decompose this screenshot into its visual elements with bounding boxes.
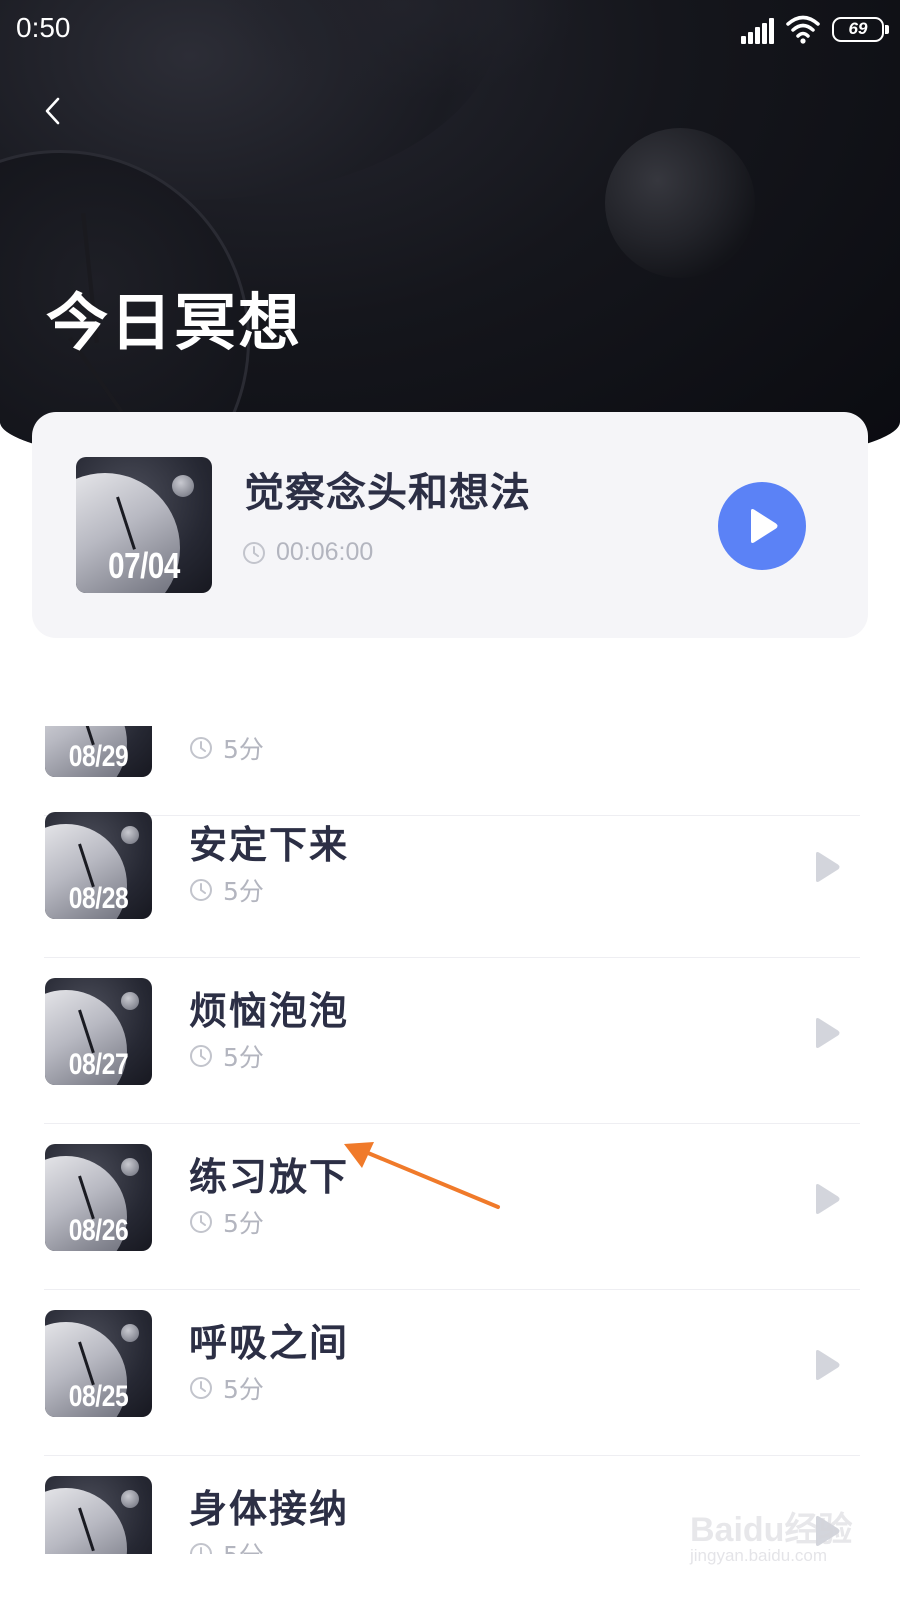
- list-item-title: 身体接纳: [189, 1487, 350, 1531]
- thumbnail-date: 08/26: [68, 1214, 129, 1247]
- watermark: Baidu经验 jingyan.baidu.com: [690, 1502, 860, 1572]
- clock-icon: [243, 541, 265, 564]
- duration-text: 5分: [223, 1375, 264, 1404]
- duration-text: 5分: [223, 1209, 264, 1238]
- list-item[interactable]: 08/25 呼吸之间 5分: [0, 1290, 900, 1456]
- meditation-thumbnail: 08/26: [45, 1144, 152, 1251]
- thumbnail-date: 08/25: [68, 1380, 129, 1413]
- clock-icon: [190, 737, 212, 759]
- meditation-thumbnail: [45, 1476, 152, 1554]
- play-icon[interactable]: [812, 1016, 842, 1050]
- battery-level: 69: [848, 19, 868, 38]
- chevron-left-icon: [45, 97, 60, 125]
- meditation-thumbnail: 07/04: [76, 457, 212, 593]
- meditation-thumbnail: 08/25: [45, 1310, 152, 1417]
- list-item-title: 练习放下: [189, 1155, 350, 1199]
- play-icon: [751, 509, 778, 543]
- battery-icon: 69: [832, 17, 889, 42]
- duration-text: 5分: [223, 1536, 264, 1554]
- featured-meditation-card[interactable]: 07/04 觉察念头和想法 00:06:00: [32, 412, 868, 638]
- watermark-url: jingyan.baidu.com: [690, 1546, 828, 1565]
- play-icon[interactable]: [812, 1348, 842, 1382]
- meditation-thumbnail: 08/28: [45, 812, 152, 919]
- list-item-title: 烦恼泡泡: [189, 989, 350, 1033]
- list-item-title: 安定下来: [189, 823, 350, 867]
- list-item-duration: 5分: [189, 872, 264, 908]
- watermark-text: Baidu经验: [690, 1511, 853, 1549]
- play-button[interactable]: [718, 482, 806, 570]
- list-item-duration: 5分: [189, 1536, 264, 1554]
- list-item[interactable]: 08/27 烦恼泡泡 5分: [0, 958, 900, 1124]
- clock-icon: [190, 1045, 212, 1067]
- duration-text: 00:06:00: [276, 538, 374, 566]
- hero-banner: [0, 0, 900, 480]
- duration-text: 5分: [223, 877, 264, 906]
- list-item-title: 呼吸之间: [189, 1321, 350, 1365]
- clock-icon: [190, 1211, 212, 1233]
- list-item-duration: 5分: [189, 730, 264, 766]
- page-title: 今日冥想: [46, 286, 303, 359]
- clock-icon: [190, 1543, 212, 1554]
- signal-icon: [741, 18, 775, 44]
- thumbnail-date: 08/27: [68, 1048, 129, 1081]
- thumbnail-date: 08/28: [68, 882, 129, 915]
- wifi-icon: [786, 15, 820, 44]
- clock-icon: [190, 879, 212, 901]
- featured-title: 觉察念头和想法: [244, 470, 531, 516]
- planet-illustration: [605, 128, 755, 278]
- thumbnail-date: 07/04: [108, 545, 180, 586]
- status-bar: 0:50 69: [0, 0, 900, 62]
- duration-text: 5分: [223, 735, 264, 764]
- meditation-thumbnail: 08/27: [45, 978, 152, 1085]
- list-item-duration: 5分: [189, 1038, 264, 1074]
- thumbnail-date: 08/29: [68, 740, 129, 773]
- list-item-duration: 5分: [189, 1370, 264, 1406]
- list-item-duration: 5分: [189, 1204, 264, 1240]
- play-icon[interactable]: [812, 1182, 842, 1216]
- list-item[interactable]: 08/28 安定下来 5分: [0, 792, 900, 958]
- annotation-arrow: [344, 1142, 500, 1209]
- play-icon[interactable]: [812, 850, 842, 884]
- clock-icon: [190, 1377, 212, 1399]
- back-button[interactable]: [36, 94, 70, 128]
- status-time: 0:50: [16, 12, 71, 43]
- featured-duration: 00:06:00: [242, 538, 373, 567]
- meditation-thumbnail: 08/29: [45, 726, 152, 777]
- duration-text: 5分: [223, 1043, 264, 1072]
